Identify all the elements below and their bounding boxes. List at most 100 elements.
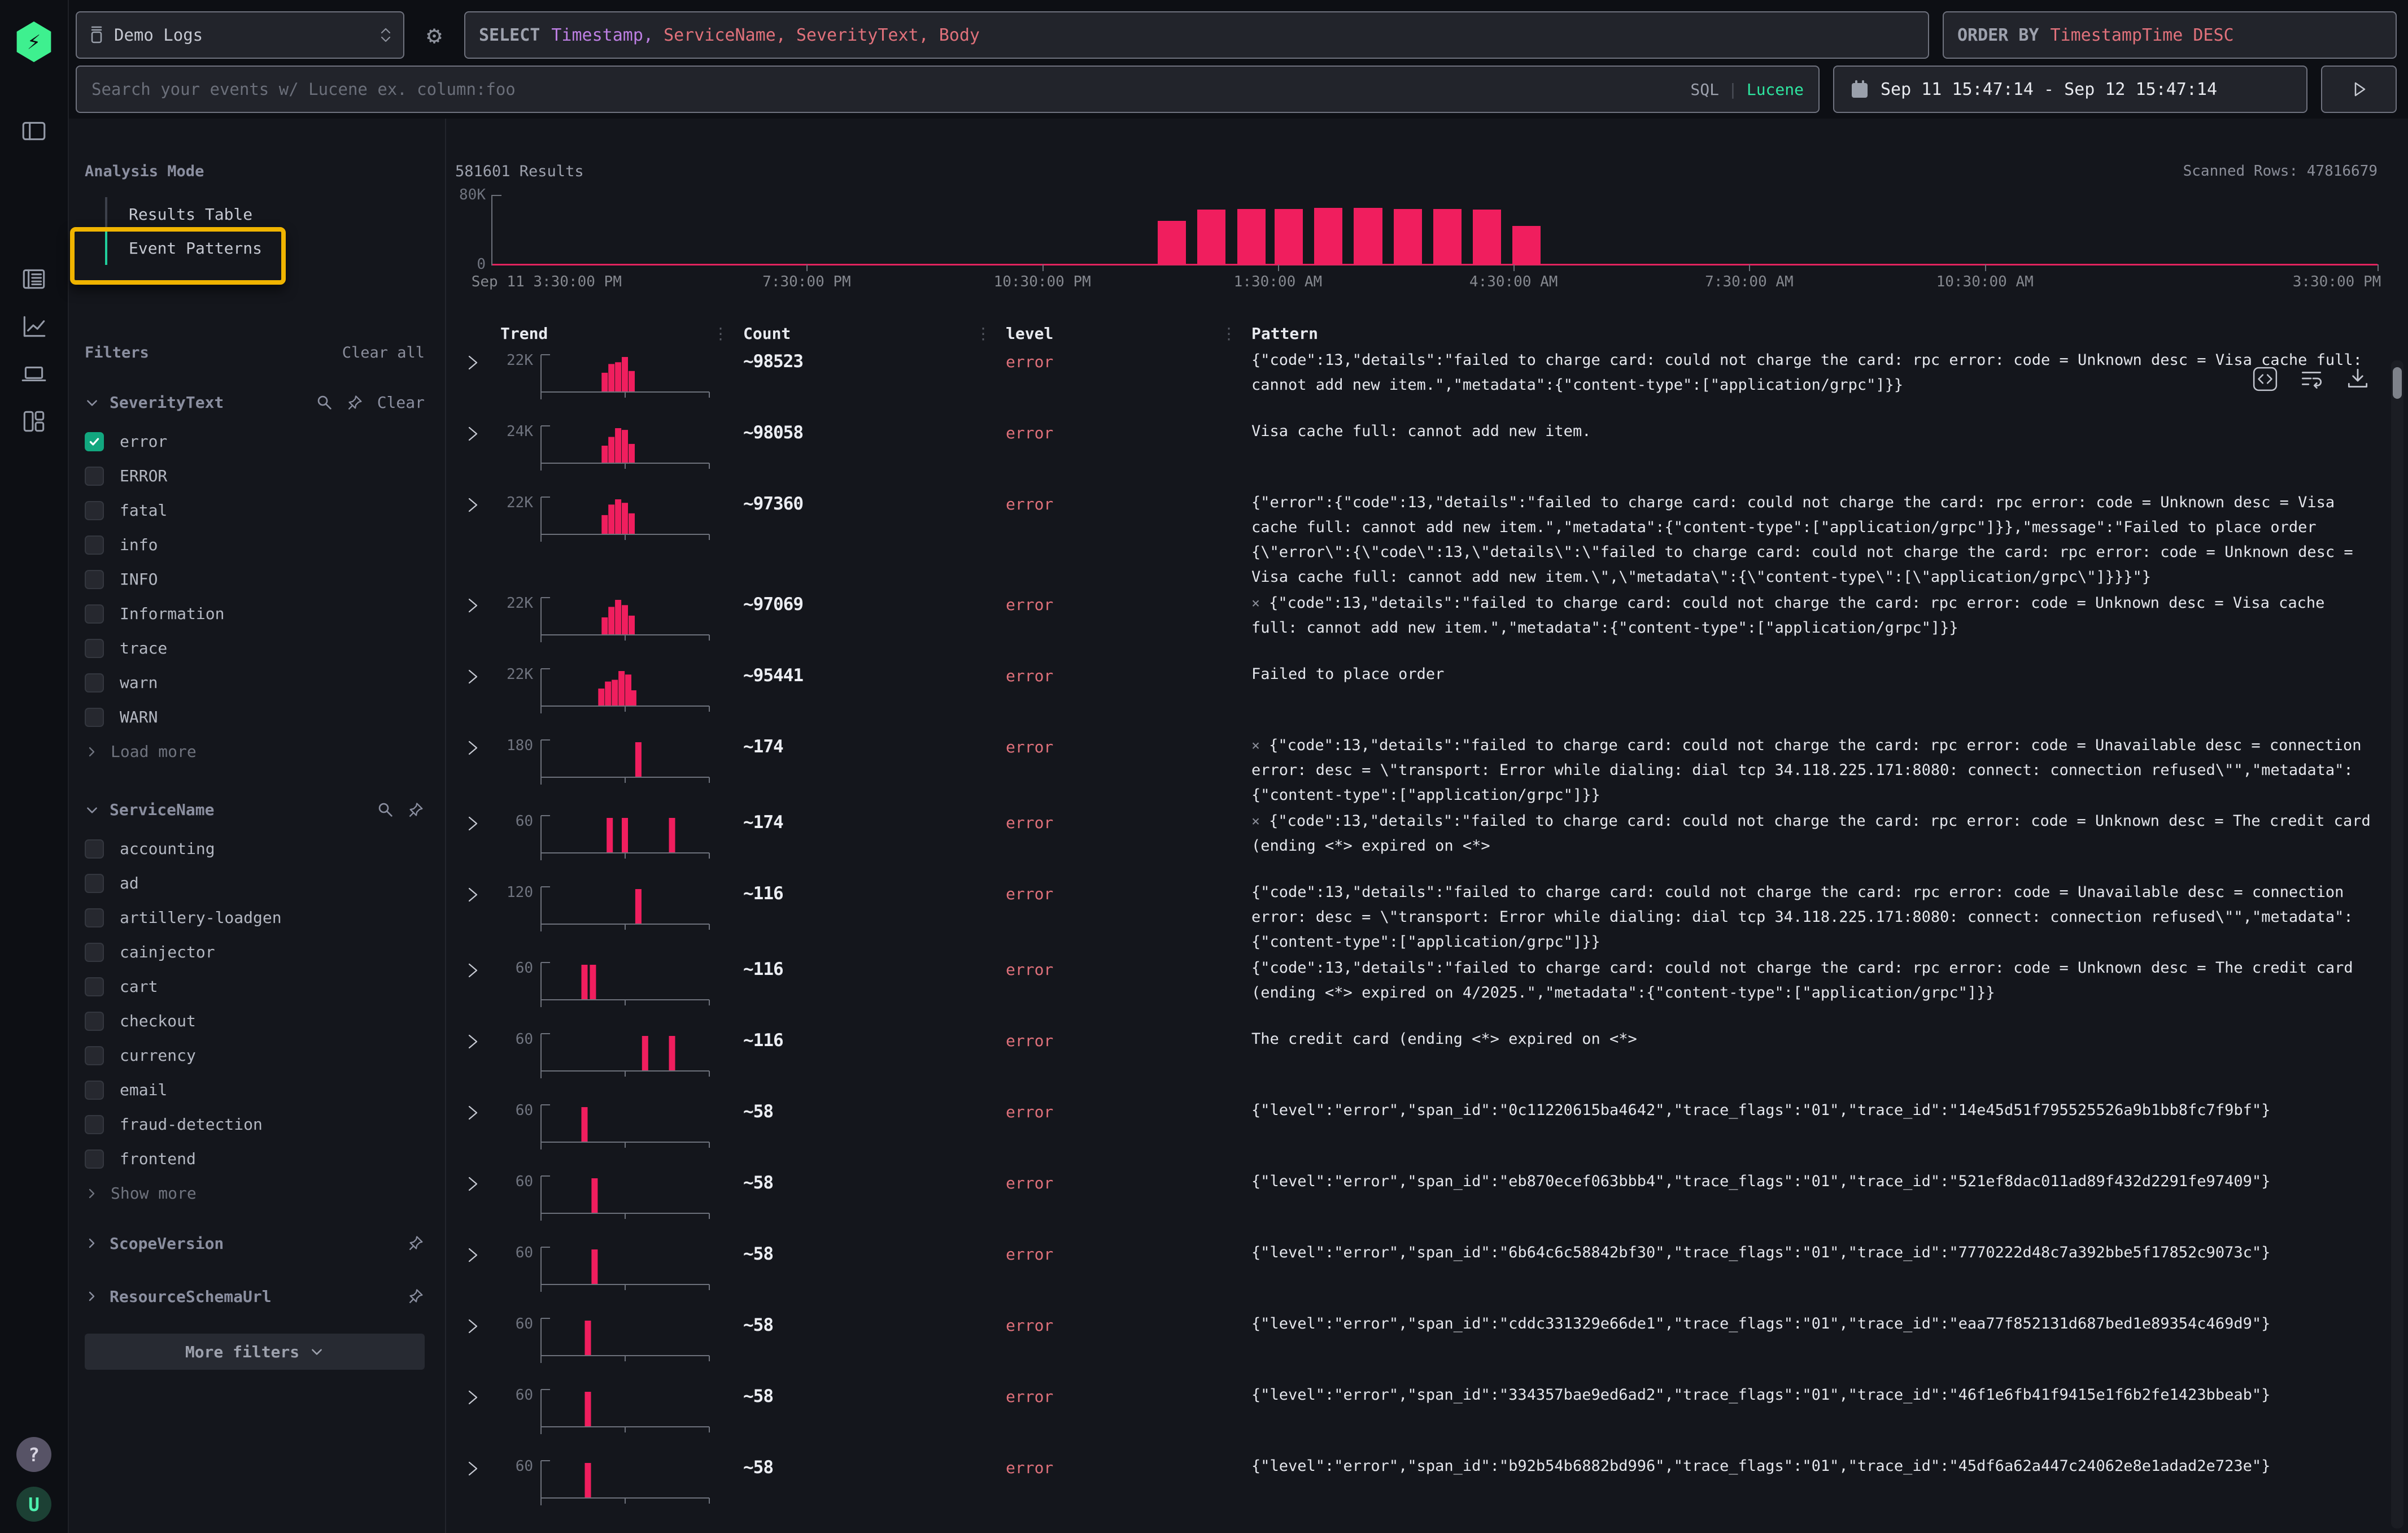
table-row[interactable]: 22K~97360error{"error":{"code":13,"detai… <box>455 489 2378 590</box>
log-stream-icon[interactable] <box>19 264 49 294</box>
filter-option-info[interactable]: info <box>85 528 425 562</box>
checkbox[interactable] <box>85 1115 104 1134</box>
table-row[interactable]: 60~58error{"level":"error","span_id":"eb… <box>455 1168 2378 1239</box>
filter-option-warn[interactable]: warn <box>85 665 425 700</box>
checkbox[interactable] <box>85 673 104 693</box>
pin-icon[interactable] <box>408 1235 425 1252</box>
checkbox[interactable] <box>85 839 104 859</box>
help-button[interactable]: ? <box>16 1437 51 1472</box>
histogram-bar[interactable] <box>1158 221 1186 264</box>
laptop-icon[interactable] <box>19 359 49 389</box>
mode-lucene[interactable]: Lucene <box>1747 80 1804 99</box>
events-histogram[interactable]: 80K 0 Sep 11 3:30:00 PM7:30:00 PM10:30:0… <box>491 195 2378 265</box>
logo-lightning-icon[interactable]: ⚡ <box>15 21 53 62</box>
row-expand-chevron-icon[interactable] <box>455 590 500 617</box>
scrollbar-thumb[interactable] <box>2393 367 2402 399</box>
pin-icon[interactable] <box>408 1288 425 1305</box>
row-expand-chevron-icon[interactable] <box>455 1026 500 1053</box>
table-row[interactable]: 120~116error{"code":13,"details":"failed… <box>455 879 2378 955</box>
user-avatar[interactable]: U <box>16 1487 51 1522</box>
row-expand-chevron-icon[interactable] <box>455 1310 500 1338</box>
histogram-bar[interactable] <box>1473 210 1501 264</box>
table-row[interactable]: 60~58error{"level":"error","span_id":"33… <box>455 1382 2378 1453</box>
checkbox[interactable] <box>85 943 104 962</box>
table-row[interactable]: 60~116error{"code":13,"details":"failed … <box>455 955 2378 1026</box>
date-range-picker[interactable]: Sep 11 15:47:14 - Sep 12 15:47:14 <box>1833 66 2307 113</box>
service-show-more[interactable]: Show more <box>85 1176 425 1210</box>
checkbox[interactable] <box>85 467 104 486</box>
filter-option-INFO[interactable]: INFO <box>85 562 425 596</box>
line-chart-icon[interactable] <box>19 312 49 341</box>
severity-clear-button[interactable]: Clear <box>377 393 425 412</box>
filter-option-cart[interactable]: cart <box>85 969 425 1004</box>
download-icon[interactable] <box>2345 366 2371 392</box>
search-icon[interactable] <box>377 802 394 818</box>
checkbox-checked[interactable] <box>85 432 104 451</box>
table-row[interactable]: 22K~95441errorFailed to place order <box>455 661 2378 732</box>
checkbox[interactable] <box>85 1149 104 1169</box>
analysis-mode-event-patterns[interactable]: Event Patterns <box>105 231 425 265</box>
checkbox[interactable] <box>85 977 104 996</box>
pin-icon[interactable] <box>408 802 425 818</box>
vertical-scrollbar[interactable] <box>2391 360 2403 1528</box>
header-pattern[interactable]: Pattern <box>1251 324 1318 343</box>
select-query-input[interactable]: SELECT Timestamp, ServiceName, SeverityT… <box>464 11 1929 59</box>
filter-option-frontend[interactable]: frontend <box>85 1142 425 1176</box>
wrap-lines-icon[interactable] <box>2298 366 2324 392</box>
checkbox[interactable] <box>85 535 104 555</box>
checkbox[interactable] <box>85 1081 104 1100</box>
filter-option-checkout[interactable]: checkout <box>85 1004 425 1038</box>
row-expand-chevron-icon[interactable] <box>455 661 500 688</box>
row-expand-chevron-icon[interactable] <box>455 732 500 759</box>
filter-option-error[interactable]: error <box>85 424 425 459</box>
row-expand-chevron-icon[interactable] <box>455 489 500 516</box>
checkbox[interactable] <box>85 639 104 658</box>
row-expand-chevron-icon[interactable] <box>455 1168 500 1195</box>
dismiss-x-icon[interactable]: × <box>1251 595 1260 611</box>
filter-option-Information[interactable]: Information <box>85 596 425 631</box>
table-row[interactable]: 22K~98523error{"code":13,"details":"fail… <box>455 347 2378 418</box>
row-expand-chevron-icon[interactable] <box>455 1239 500 1266</box>
row-expand-chevron-icon[interactable] <box>455 955 500 982</box>
row-expand-chevron-icon[interactable] <box>455 1453 500 1480</box>
order-by-input[interactable]: ORDER BY TimestampTime DESC <box>1943 11 2397 59</box>
checkbox[interactable] <box>85 501 104 520</box>
service-section-header[interactable]: ServiceName <box>85 800 425 819</box>
table-row[interactable]: 22K~97069error×{"code":13,"details":"fai… <box>455 590 2378 661</box>
row-expand-chevron-icon[interactable] <box>455 808 500 835</box>
dashboard-grid-icon[interactable] <box>19 407 49 436</box>
column-handle-icon[interactable]: ⋮ <box>713 324 728 343</box>
checkbox[interactable] <box>85 1012 104 1031</box>
panel-toggle-icon[interactable] <box>19 116 49 146</box>
filter-option-WARN[interactable]: WARN <box>85 700 425 734</box>
clear-all-button[interactable]: Clear all <box>342 344 425 362</box>
collapsed-section-ScopeVersion[interactable]: ScopeVersion <box>85 1223 425 1264</box>
table-row[interactable]: 60~58error{"level":"error","span_id":"b9… <box>455 1453 2378 1524</box>
dismiss-x-icon[interactable]: × <box>1251 737 1260 754</box>
filter-option-ERROR[interactable]: ERROR <box>85 459 425 493</box>
table-row[interactable]: 60~58error{"level":"error","span_id":"6b… <box>455 1239 2378 1310</box>
column-handle-icon[interactable]: ⋮ <box>975 324 991 343</box>
histogram-bar[interactable] <box>1394 209 1422 264</box>
code-view-icon[interactable] <box>2252 366 2278 392</box>
filter-option-trace[interactable]: trace <box>85 631 425 665</box>
row-expand-chevron-icon[interactable] <box>455 879 500 906</box>
row-expand-chevron-icon[interactable] <box>455 1097 500 1124</box>
table-row[interactable]: 60~174error×{"code":13,"details":"failed… <box>455 808 2378 879</box>
table-row[interactable]: 24K~98058errorVisa cache full: cannot ad… <box>455 418 2378 489</box>
table-row[interactable]: 60~116errorThe credit card (ending <*> e… <box>455 1026 2378 1097</box>
filter-option-accounting[interactable]: accounting <box>85 831 425 866</box>
checkbox[interactable] <box>85 1046 104 1065</box>
filter-option-artillery-loadgen[interactable]: artillery-loadgen <box>85 900 425 935</box>
header-trend[interactable]: Trend <box>500 324 548 343</box>
severity-load-more[interactable]: Load more <box>85 734 425 769</box>
filter-option-email[interactable]: email <box>85 1073 425 1107</box>
histogram-bar[interactable] <box>1197 210 1225 264</box>
histogram-bar[interactable] <box>1512 226 1541 264</box>
filter-option-currency[interactable]: currency <box>85 1038 425 1073</box>
run-query-button[interactable] <box>2321 66 2397 113</box>
dismiss-x-icon[interactable]: × <box>1251 813 1260 829</box>
analysis-mode-results-table[interactable]: Results Table <box>105 197 425 231</box>
header-count[interactable]: Count <box>743 324 791 343</box>
checkbox[interactable] <box>85 908 104 927</box>
